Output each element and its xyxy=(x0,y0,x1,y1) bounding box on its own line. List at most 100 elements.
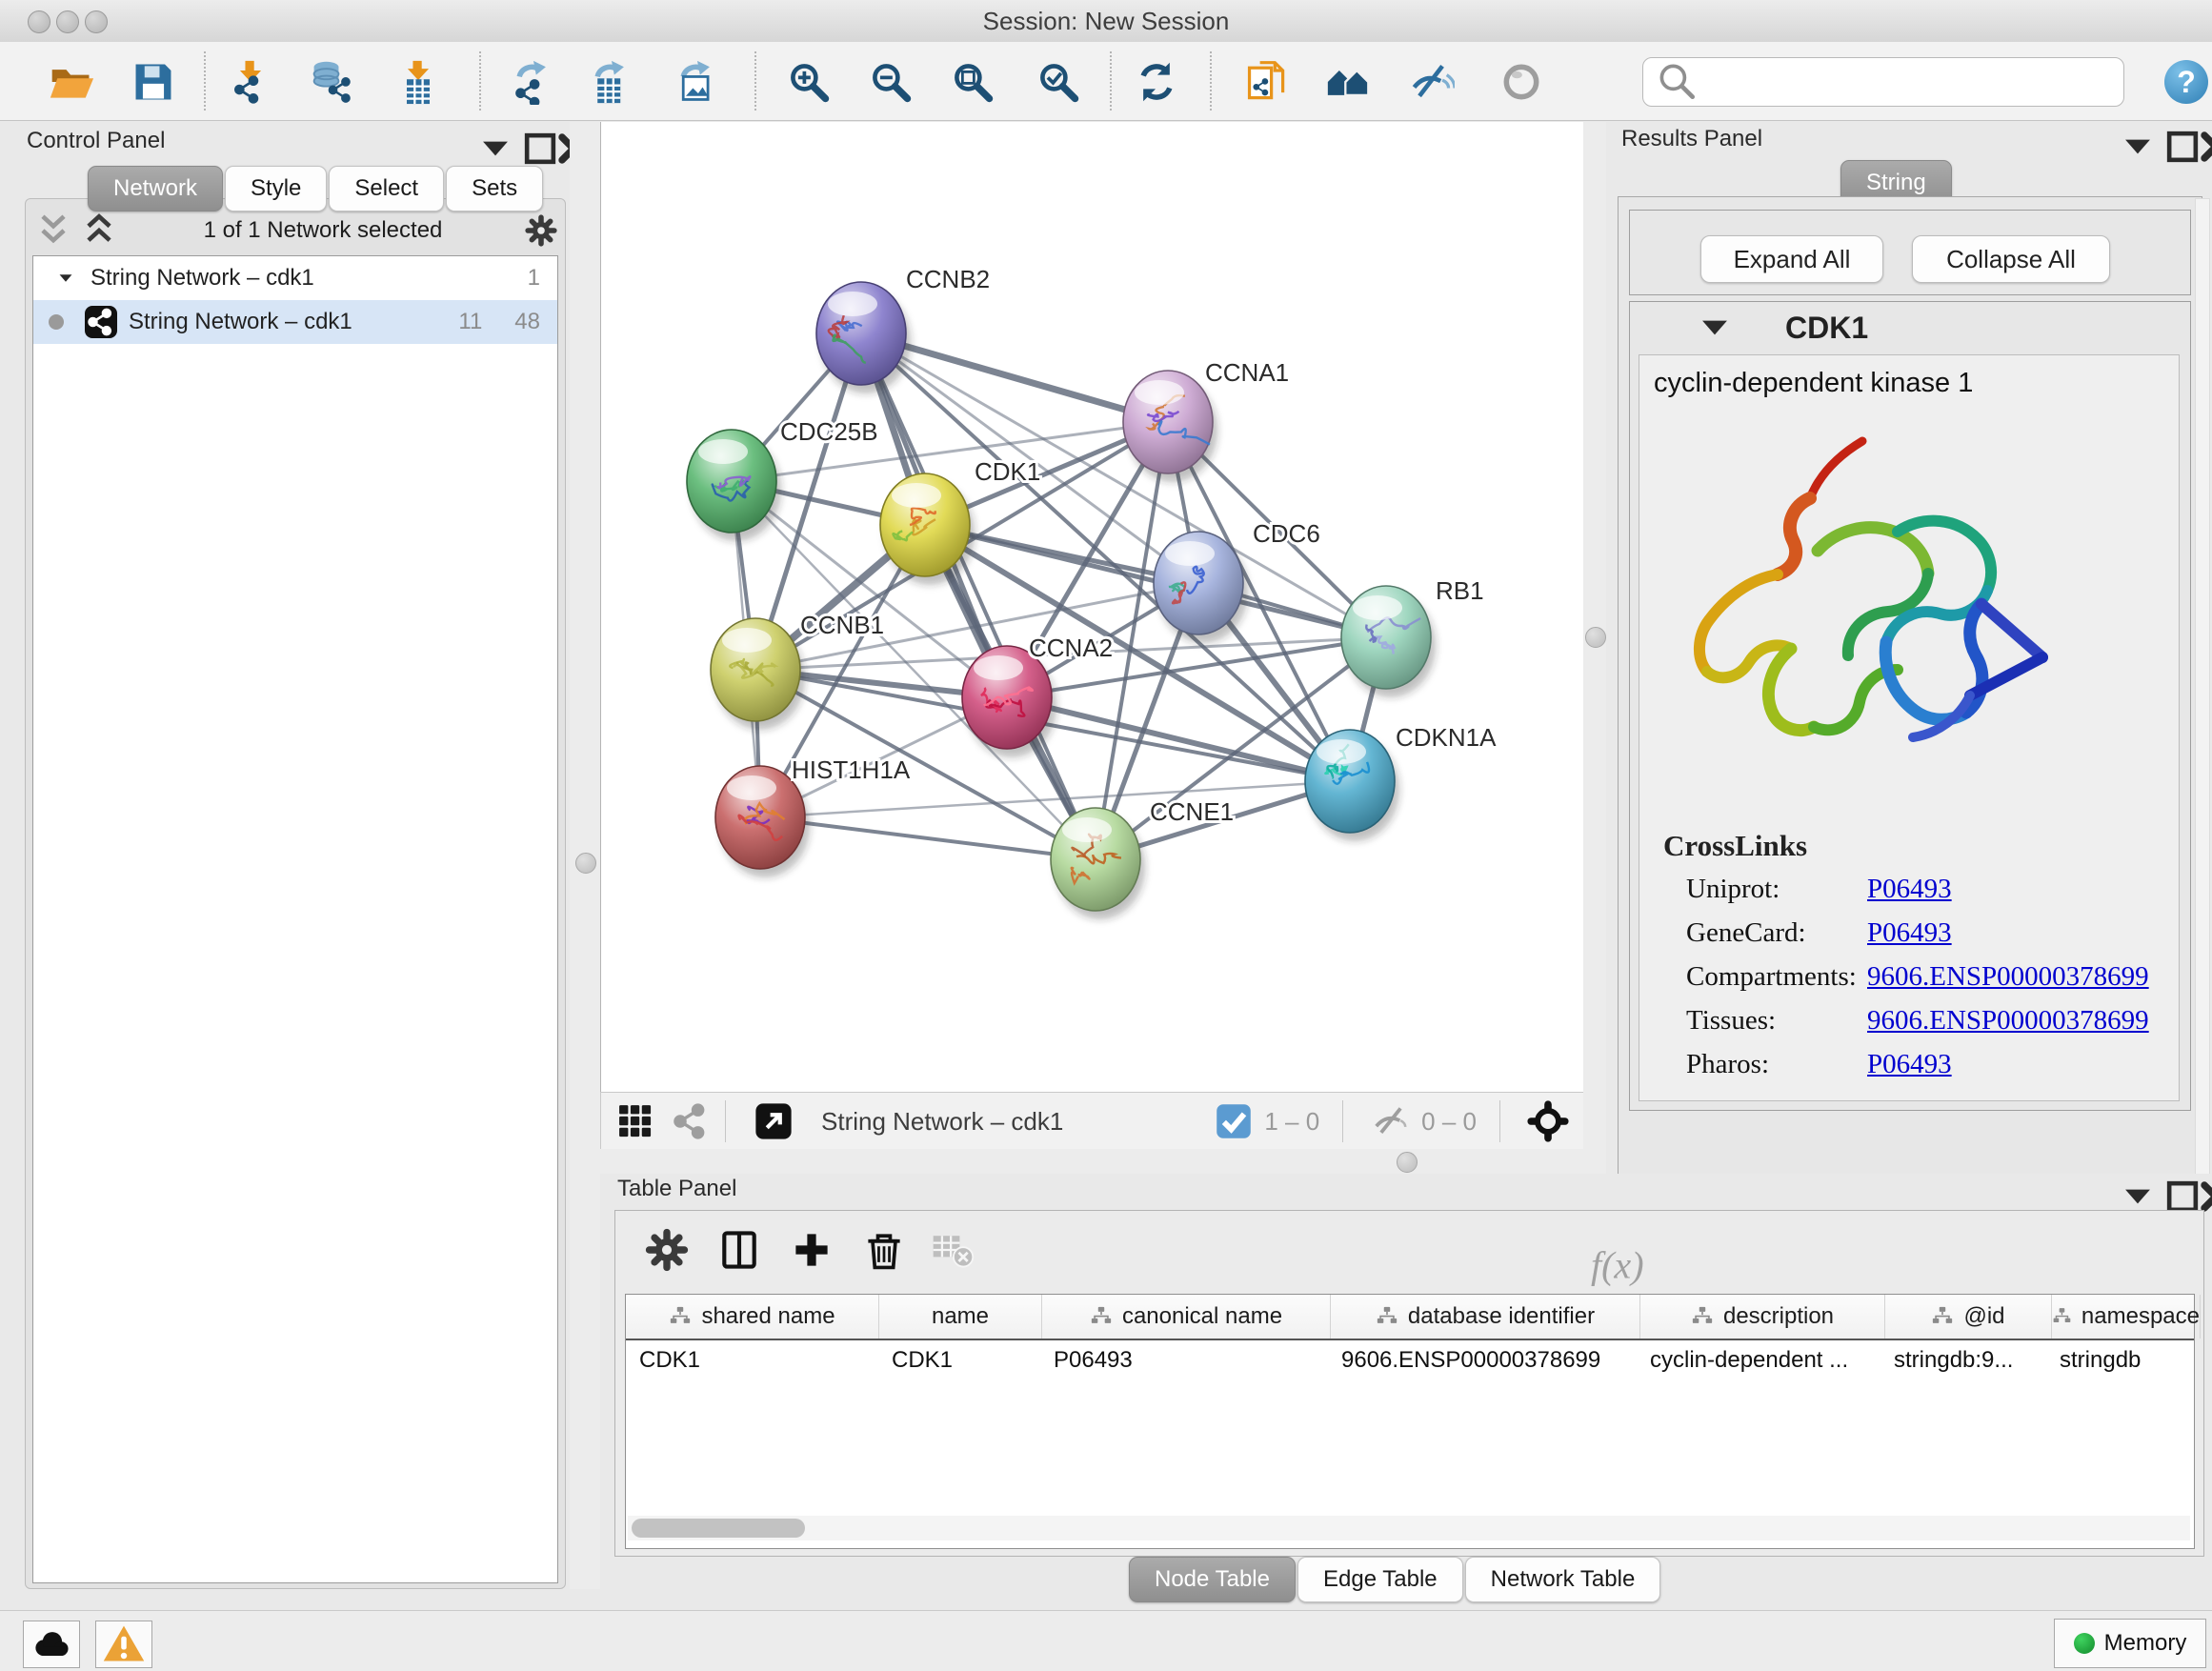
node-label-CDC25B: CDC25B xyxy=(780,417,878,446)
table-row[interactable]: CDK1CDK1P064939606.ENSP00000378699cyclin… xyxy=(626,1340,2194,1380)
network-row[interactable]: String Network – cdk1 11 48 xyxy=(33,300,557,344)
collapse-section-icon[interactable] xyxy=(1692,305,1738,351)
crosslink-link[interactable]: P06493 xyxy=(1867,874,1952,905)
table-cell: 9606.ENSP00000378699 xyxy=(1328,1340,1637,1380)
birdseye-view-icon[interactable] xyxy=(753,1100,794,1142)
column-header-canonical-name[interactable]: canonical name xyxy=(1042,1295,1331,1339)
node-label-CDKN1A: CDKN1A xyxy=(1396,723,1497,752)
hidden-eye-icon[interactable] xyxy=(1370,1100,1412,1142)
column-header-description[interactable]: description xyxy=(1640,1295,1885,1339)
homes-icon[interactable] xyxy=(1320,53,1377,111)
save-session-icon[interactable] xyxy=(125,53,182,111)
crosslinks-heading: CrossLinks xyxy=(1663,829,1807,863)
column-header-@id[interactable]: @id xyxy=(1885,1295,2052,1339)
table-settings-gear-icon[interactable] xyxy=(640,1223,694,1277)
fit-selected-crosshair-icon[interactable] xyxy=(1527,1100,1569,1142)
tab-sets[interactable]: Sets xyxy=(446,166,543,211)
network-node-CCNB2[interactable] xyxy=(816,282,911,393)
memory-status-dot xyxy=(2074,1633,2095,1654)
memory-button[interactable]: Memory xyxy=(2054,1619,2206,1668)
search-input[interactable] xyxy=(1689,61,2123,103)
network-options-gear-icon[interactable] xyxy=(524,213,558,248)
expand-all-icon[interactable] xyxy=(76,208,122,253)
results-scrollbar[interactable] xyxy=(2195,198,2210,1238)
node-label-RB1: RB1 xyxy=(1436,576,1484,605)
network-node-RB1[interactable] xyxy=(1341,586,1436,697)
export-network-icon[interactable] xyxy=(505,53,562,111)
clone-network-icon[interactable] xyxy=(1238,53,1296,111)
delete-column-icon[interactable] xyxy=(857,1223,911,1277)
divider-handle[interactable] xyxy=(575,853,596,874)
show-columns-icon[interactable] xyxy=(713,1223,766,1277)
eye-icon[interactable] xyxy=(1493,53,1550,111)
network-node-CCNE1[interactable] xyxy=(1051,808,1145,919)
tab-network-table[interactable]: Network Table xyxy=(1465,1557,1661,1602)
zoom-fit-icon[interactable] xyxy=(944,53,1001,111)
column-type-icon xyxy=(1376,1305,1398,1328)
collapse-all-icon[interactable] xyxy=(30,208,76,253)
zoom-in-icon[interactable] xyxy=(780,53,837,111)
column-type-icon xyxy=(669,1305,692,1328)
divider-handle[interactable] xyxy=(1397,1152,1418,1173)
import-network-icon[interactable] xyxy=(222,53,279,111)
panel-divider[interactable] xyxy=(600,1149,1583,1174)
tab-edge-table[interactable]: Edge Table xyxy=(1297,1557,1463,1602)
refresh-layout-icon[interactable] xyxy=(1128,53,1185,111)
search-box xyxy=(1642,57,2124,107)
export-table-icon[interactable] xyxy=(583,53,640,111)
grid-view-icon[interactable] xyxy=(614,1100,656,1142)
network-node-CDK1[interactable] xyxy=(880,473,975,585)
network-name: String Network – cdk1 xyxy=(129,309,458,335)
control-panel: Control Panel NetworkStyleSelectSets 1 o… xyxy=(11,124,570,1589)
network-edge-HIST1H1A-CCNE1[interactable] xyxy=(760,817,1096,859)
divider-handle[interactable] xyxy=(1585,627,1606,648)
column-header-shared-name[interactable]: shared name xyxy=(626,1295,879,1339)
zoom-out-icon[interactable] xyxy=(862,53,919,111)
add-column-icon[interactable] xyxy=(785,1223,838,1277)
share-view-icon[interactable] xyxy=(670,1100,712,1142)
network-node-CDC25B[interactable] xyxy=(687,430,781,541)
crosslink-link[interactable]: 9606.ENSP00000378699 xyxy=(1867,961,2149,993)
help-button[interactable]: ? xyxy=(2164,60,2208,104)
column-header-database-identifier[interactable]: database identifier xyxy=(1331,1295,1640,1339)
network-selected-status: 1 of 1 Network selected xyxy=(122,217,524,244)
hide-unhide-icon[interactable] xyxy=(1403,53,1460,111)
column-type-icon xyxy=(1691,1305,1714,1328)
expand-all-button[interactable]: Expand All xyxy=(1700,235,1883,283)
collapse-all-button[interactable]: Collapse All xyxy=(1912,235,2110,283)
crosslink-link[interactable]: 9606.ENSP00000378699 xyxy=(1867,1005,2149,1037)
column-header-name[interactable]: name xyxy=(879,1295,1042,1339)
network-node-CCNA1[interactable] xyxy=(1123,371,1217,482)
toolbar-separator xyxy=(1499,1100,1500,1142)
cloud-status-button[interactable] xyxy=(23,1621,80,1668)
column-header-namespace[interactable]: namespace xyxy=(2052,1295,2201,1339)
tab-select[interactable]: Select xyxy=(329,166,444,211)
collapse-panel-icon[interactable] xyxy=(473,126,518,171)
network-node-CCNA2[interactable] xyxy=(962,646,1056,757)
crosslink-link[interactable]: P06493 xyxy=(1867,1049,1952,1080)
table-tabs: Node TableEdge TableNetwork Table xyxy=(1129,1557,1660,1602)
network-canvas[interactable]: CCNB2CCNA1CDC25BCDK1CDC6RB1CCNB1CCNA2CDK… xyxy=(600,122,1585,1092)
tab-network[interactable]: Network xyxy=(88,166,223,211)
network-node-CDKN1A[interactable] xyxy=(1305,730,1399,841)
crosslink-link[interactable]: P06493 xyxy=(1867,917,1952,949)
selected-checkbox[interactable] xyxy=(1213,1100,1255,1142)
warning-status-button[interactable] xyxy=(95,1621,152,1668)
title-bar: Session: New Session xyxy=(0,0,2212,43)
import-database-icon[interactable] xyxy=(304,53,361,111)
open-session-icon[interactable] xyxy=(43,53,100,111)
table-horizontal-scrollbar[interactable] xyxy=(628,1516,2190,1540)
protein-structure-image xyxy=(1658,408,2067,817)
close-panel-icon[interactable] xyxy=(2193,124,2212,170)
protein-section-header[interactable]: CDK1 xyxy=(1629,303,2187,352)
expand-collection-icon[interactable] xyxy=(54,267,77,290)
scrollbar-thumb[interactable] xyxy=(632,1519,805,1538)
export-image-icon[interactable] xyxy=(669,53,726,111)
import-table-icon[interactable] xyxy=(390,53,447,111)
tab-node-table[interactable]: Node Table xyxy=(1129,1557,1296,1602)
network-collection-row[interactable]: String Network – cdk1 1 xyxy=(33,256,557,300)
collapse-panel-icon[interactable] xyxy=(2115,124,2161,170)
tab-style[interactable]: Style xyxy=(225,166,327,211)
zoom-selected-icon[interactable] xyxy=(1030,53,1087,111)
main-toolbar: ? xyxy=(0,42,2212,121)
